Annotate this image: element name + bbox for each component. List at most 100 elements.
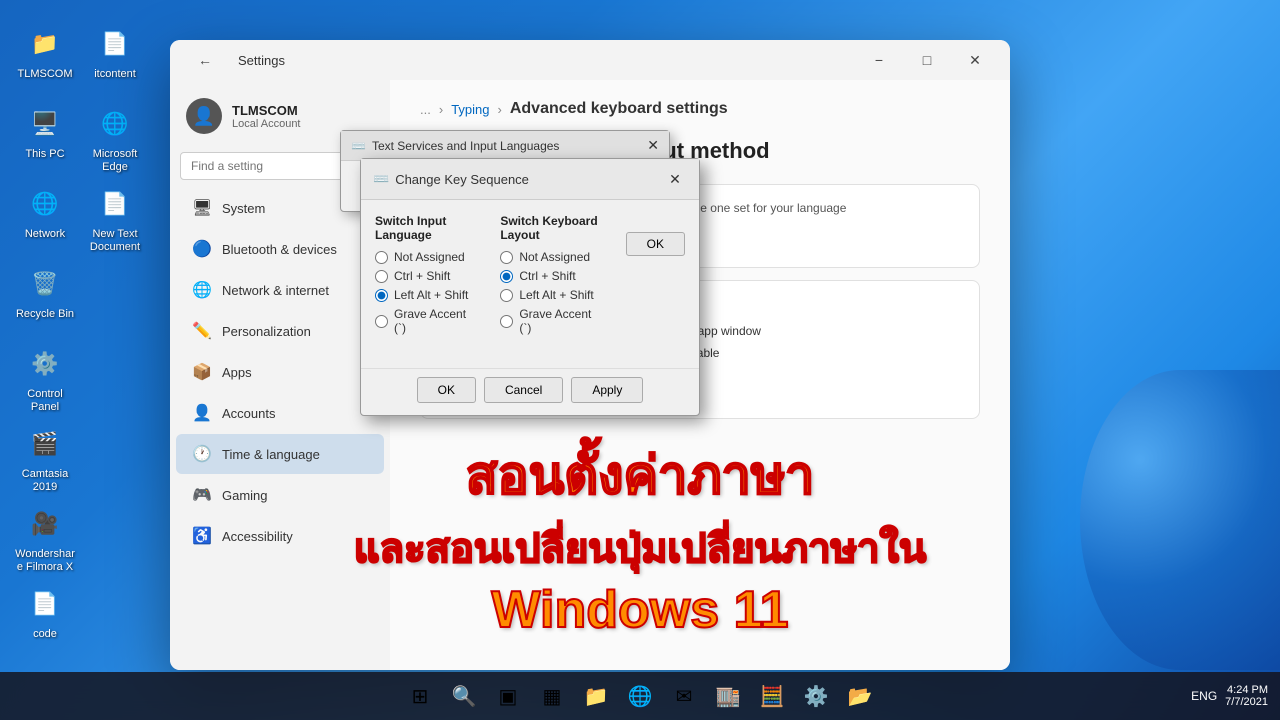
store-taskbar[interactable]: 🏬 xyxy=(708,676,748,716)
input-ctrl-shift-radio[interactable] xyxy=(375,270,388,283)
sidebar-item-time[interactable]: 🕐 Time & language xyxy=(176,434,384,474)
maximize-button[interactable]: □ xyxy=(904,44,950,76)
sidebar-item-personalization-label: Personalization xyxy=(222,324,311,339)
switch-keyboard-title: Switch Keyboard Layout xyxy=(500,214,605,242)
settings-taskbar[interactable]: ⚙️ xyxy=(796,676,836,716)
time-icon: 🕐 xyxy=(192,444,212,464)
user-type: Local Account xyxy=(232,118,301,130)
ks-close-button[interactable]: ✕ xyxy=(663,167,687,191)
ts-title-text: Text Services and Input Languages xyxy=(372,139,559,153)
sidebar-item-time-label: Time & language xyxy=(222,447,320,462)
tlmscom-icon: 📁 xyxy=(25,24,65,64)
control-panel-label: Control Panel xyxy=(14,388,76,414)
desktop-icon-control-panel[interactable]: ⚙️ Control Panel xyxy=(10,340,80,418)
network-sidebar-icon: 🌐 xyxy=(192,280,212,300)
switch-input-title: Switch Input Language xyxy=(375,214,480,242)
edge-taskbar[interactable]: 🌐 xyxy=(620,676,660,716)
desktop-icon-network[interactable]: 🌐 Network xyxy=(10,180,80,245)
taskbar: ⊞ 🔍 ▣ ▦ 📁 🌐 ✉ 🏬 🧮 ⚙️ 📂 ENG 4:24 PM 7/7/2… xyxy=(0,672,1280,720)
ts-dialog-title: ⌨️ Text Services and Input Languages xyxy=(351,139,559,153)
accounts-icon: 👤 xyxy=(192,403,212,423)
desktop-icon-new-text[interactable]: 📄 New Text Document xyxy=(80,180,150,258)
apps-icon: 📦 xyxy=(192,362,212,382)
control-panel-icon: ⚙️ xyxy=(25,344,65,384)
minimize-button[interactable]: − xyxy=(856,44,902,76)
input-left-alt-shift-row: Left Alt + Shift xyxy=(375,288,480,302)
desktop-icon-camtasia[interactable]: 🎬 Camtasia 2019 xyxy=(10,420,80,498)
code-icon: 📄 xyxy=(25,584,65,624)
accessibility-icon: ♿ xyxy=(192,526,212,546)
user-name: TLMSCOM xyxy=(232,103,301,118)
input-grave-radio[interactable] xyxy=(375,315,388,328)
ks-title-label: Change Key Sequence xyxy=(395,172,529,187)
breadcrumb-current: Advanced keyboard settings xyxy=(510,100,728,118)
desktop-icon-code[interactable]: 📄 code xyxy=(10,580,80,645)
input-ctrl-shift-label: Ctrl + Shift xyxy=(394,269,450,283)
new-text-icon: 📄 xyxy=(95,184,135,224)
wondershare-icon: 🎥 xyxy=(25,504,65,544)
taskbar-center: ⊞ 🔍 ▣ ▦ 📁 🌐 ✉ 🏬 🧮 ⚙️ 📂 xyxy=(400,676,880,716)
avatar: 👤 xyxy=(186,98,222,134)
widgets-button[interactable]: ▦ xyxy=(532,676,572,716)
ks-dialog-body: Switch Input Language Not Assigned Ctrl … xyxy=(361,200,699,368)
this-pc-label: This PC xyxy=(25,148,64,161)
this-pc-icon: 🖥️ xyxy=(25,104,65,144)
file-explorer-taskbar[interactable]: 📁 xyxy=(576,676,616,716)
back-button[interactable]: ← xyxy=(182,44,228,76)
input-not-assigned-label: Not Assigned xyxy=(394,250,465,264)
input-left-alt-shift-label: Left Alt + Shift xyxy=(394,288,468,302)
sidebar-item-gaming-label: Gaming xyxy=(222,488,268,503)
explorer2-taskbar[interactable]: 📂 xyxy=(840,676,880,716)
sidebar-item-network-label: Network & internet xyxy=(222,283,329,298)
itcontent-label: itcontent xyxy=(94,68,136,81)
input-left-alt-shift-radio[interactable] xyxy=(375,289,388,302)
input-ctrl-shift-row: Ctrl + Shift xyxy=(375,269,480,283)
sidebar-item-accounts[interactable]: 👤 Accounts xyxy=(176,393,384,433)
window-titlebar: ← Settings − □ ✕ xyxy=(170,40,1010,80)
personalization-icon: ✏️ xyxy=(192,321,212,341)
ks-footer-ok-button[interactable]: OK xyxy=(417,377,476,403)
mail-taskbar[interactable]: ✉ xyxy=(664,676,704,716)
desktop-icon-tlmscom[interactable]: 📁 TLMSCOM xyxy=(10,20,80,85)
taskbar-datetime: 4:24 PM 7/7/2021 xyxy=(1225,684,1268,708)
itcontent-icon: 📄 xyxy=(95,24,135,64)
calculator-taskbar[interactable]: 🧮 xyxy=(752,676,792,716)
kb-grave-radio[interactable] xyxy=(500,315,513,328)
desktop-icon-wondershare[interactable]: 🎥 Wondershare Filmora X xyxy=(10,500,80,578)
start-button[interactable]: ⊞ xyxy=(400,676,440,716)
code-label: code xyxy=(33,628,57,641)
input-not-assigned-radio[interactable] xyxy=(375,251,388,264)
input-not-assigned-row: Not Assigned xyxy=(375,250,480,264)
sidebar-item-network[interactable]: 🌐 Network & internet xyxy=(176,270,384,310)
search-taskbar-button[interactable]: 🔍 xyxy=(444,676,484,716)
window-title: Settings xyxy=(238,53,285,68)
sidebar-item-accessibility-label: Accessibility xyxy=(222,529,293,544)
desktop: 📁 TLMSCOM 📄 itcontent 🖥️ This PC 🌐 Micro… xyxy=(0,0,1280,720)
kb-ctrl-shift-radio[interactable] xyxy=(500,270,513,283)
ks-footer-apply-button[interactable]: Apply xyxy=(571,377,643,403)
ks-footer-cancel-button[interactable]: Cancel xyxy=(484,377,563,403)
new-text-label: New Text Document xyxy=(84,228,146,254)
taskbar-date-display: 7/7/2021 xyxy=(1225,696,1268,708)
desktop-icon-recycle[interactable]: 🗑️ Recycle Bin xyxy=(10,260,80,325)
close-button[interactable]: ✕ xyxy=(952,44,998,76)
desktop-icon-edge[interactable]: 🌐 Microsoft Edge xyxy=(80,100,150,178)
task-view-button[interactable]: ▣ xyxy=(488,676,528,716)
sidebar-item-bluetooth[interactable]: 🔵 Bluetooth & devices xyxy=(176,229,384,269)
ts-close-button[interactable]: ✕ xyxy=(647,137,659,154)
kb-left-alt-shift-label: Left Alt + Shift xyxy=(519,288,593,302)
ks-dialog-title-text: ⌨️ Change Key Sequence xyxy=(373,171,529,187)
globe-decoration xyxy=(1080,370,1280,670)
ks-ok-button[interactable]: OK xyxy=(626,232,685,256)
desktop-icon-itcontent[interactable]: 📄 itcontent xyxy=(80,20,150,85)
ts-icon: ⌨️ xyxy=(351,139,366,153)
sidebar-item-personalization[interactable]: ✏️ Personalization xyxy=(176,311,384,351)
breadcrumb-typing[interactable]: Typing xyxy=(451,102,489,117)
kb-not-assigned-radio[interactable] xyxy=(500,251,513,264)
taskbar-right: ENG 4:24 PM 7/7/2021 xyxy=(1191,684,1268,708)
sidebar-item-gaming[interactable]: 🎮 Gaming xyxy=(176,475,384,515)
desktop-icon-this-pc[interactable]: 🖥️ This PC xyxy=(10,100,80,165)
sidebar-item-apps[interactable]: 📦 Apps xyxy=(176,352,384,392)
sidebar-item-accessibility[interactable]: ♿ Accessibility xyxy=(176,516,384,556)
kb-left-alt-shift-radio[interactable] xyxy=(500,289,513,302)
